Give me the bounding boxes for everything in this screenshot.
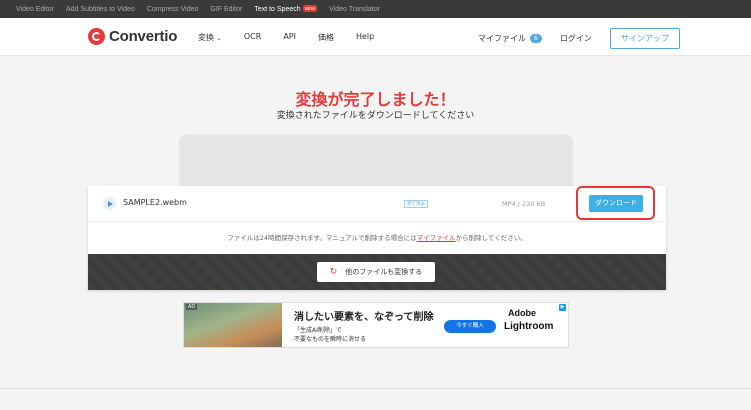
topbar-link-gif-editor[interactable]: GIF Editor: [210, 6, 242, 13]
topbar-link-text-to-speech-label: Text to Speech: [254, 6, 301, 13]
main-nav: 変換 ⌄ OCR API 価格 Help: [198, 32, 396, 43]
my-files-label: マイファイル: [478, 34, 526, 43]
topbar-link-compress-video[interactable]: Compress Video: [147, 6, 199, 13]
page-title: 変換が完了しました！: [295, 90, 456, 109]
account-nav: マイファイル 6 ログイン サインアップ: [478, 28, 680, 49]
top-tools-bar: Video Editor Add Subtitles to Video Comp…: [0, 0, 751, 18]
notice-my-files-link[interactable]: マイファイル: [417, 234, 456, 242]
convert-more-button[interactable]: ↻ 他のファイルも変換する: [317, 262, 435, 282]
nav-item-convert-label: 変換: [198, 33, 214, 42]
login-link[interactable]: ログイン: [560, 33, 592, 44]
site-header: Convertio 変換 ⌄ OCR API 価格 Help マイファイル 6 ログ…: [0, 18, 751, 56]
result-card: SAMPLE2.webm 完了済み MP4 / 230 KB ダウンロード ファ…: [88, 186, 666, 290]
topbar-link-video-translator[interactable]: Video Translator: [329, 6, 380, 13]
ad-brand-line-1: Adobe: [508, 308, 536, 318]
file-row: SAMPLE2.webm 完了済み MP4 / 230 KB ダウンロード: [88, 186, 666, 222]
brand-logo[interactable]: Convertio: [88, 28, 177, 45]
divider: [0, 388, 751, 389]
new-badge: NEW: [302, 5, 318, 12]
nav-item-pricing[interactable]: 価格: [318, 32, 334, 43]
ad-text-line-2: 不要なものを瞬時に消せる: [294, 336, 367, 343]
refresh-icon: ↻: [329, 267, 338, 277]
ad-photo: [184, 303, 282, 347]
placeholder-panel: [179, 134, 573, 186]
topbar-link-add-subtitles[interactable]: Add Subtitles to Video: [66, 6, 135, 13]
nav-item-convert[interactable]: 変換 ⌄: [198, 32, 222, 43]
page-subtitle: 変換されたファイルをダウンロードしてください: [276, 111, 475, 121]
play-icon[interactable]: [103, 197, 116, 210]
my-files-count-badge: 6: [530, 34, 542, 43]
ad-banner[interactable]: AD 消したい要素を、なぞって削除 「生成AI削除」で 不要なものを瞬時に消せる…: [183, 302, 569, 348]
topbar-link-video-editor[interactable]: Video Editor: [16, 6, 54, 13]
signup-button[interactable]: サインアップ: [609, 28, 680, 49]
ad-cta-button[interactable]: 今すぐ購入: [444, 320, 496, 333]
brand-name: Convertio: [109, 28, 178, 45]
download-button[interactable]: ダウンロード: [589, 195, 643, 212]
nav-item-ocr[interactable]: OCR: [244, 32, 261, 43]
ad-info-icon[interactable]: ▶: [559, 304, 566, 311]
convertio-logo-icon: [88, 28, 105, 45]
chevron-down-icon: ⌄: [216, 34, 222, 42]
my-files-link[interactable]: マイファイル 6: [478, 33, 542, 44]
convert-more-label: 他のファイルも変換する: [345, 268, 423, 276]
nav-item-api[interactable]: API: [283, 32, 296, 43]
ad-brand-line-2: Lightroom: [504, 321, 554, 332]
ad-title: 消したい要素を、なぞって削除: [294, 312, 434, 323]
topbar-link-text-to-speech[interactable]: Text to Speech NEW: [254, 5, 318, 13]
notice-text-after: から削除してください。: [455, 234, 527, 242]
status-badge: 完了済み: [404, 200, 428, 208]
file-name: SAMPLE2.webm: [123, 198, 187, 207]
ad-text-line-1: 「生成AI削除」で: [294, 327, 342, 334]
retention-notice: ファイルは24時間保存されます。マニュアルで削除する場合にはマイファイルから削除…: [88, 222, 666, 254]
notice-text-before: ファイルは24時間保存されます。マニュアルで削除する場合には: [227, 234, 417, 242]
ad-label: AD: [186, 304, 198, 310]
nav-item-help[interactable]: Help: [356, 32, 374, 43]
convert-more-band: ↻ 他のファイルも変換する: [88, 254, 666, 290]
file-meta: MP4 / 230 KB: [502, 200, 546, 208]
